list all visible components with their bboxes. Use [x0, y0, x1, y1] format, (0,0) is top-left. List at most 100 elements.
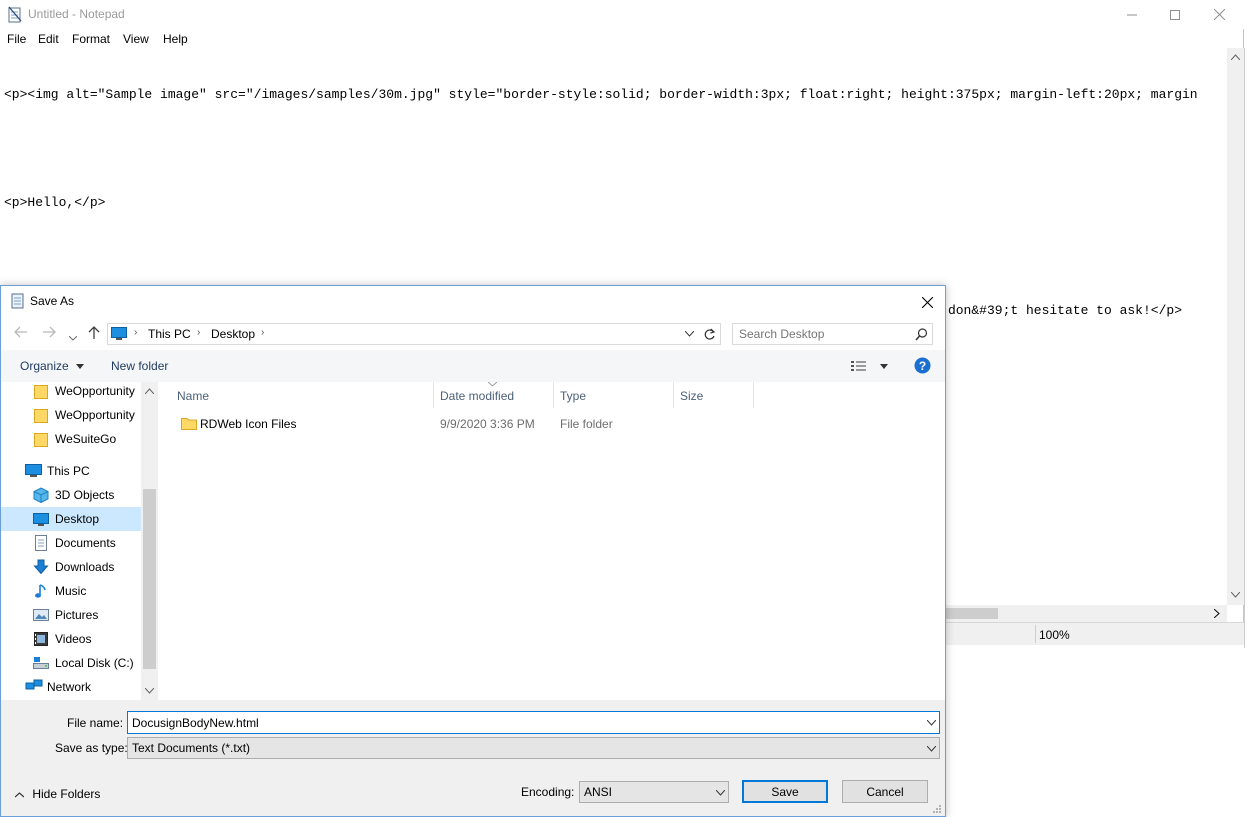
nav-item-wesuitego[interactable]: WeSuiteGo	[1, 427, 141, 451]
back-button[interactable]	[14, 325, 28, 341]
minimize-icon	[1126, 14, 1137, 15]
breadcrumb-chevron-icon: ›	[197, 327, 201, 338]
sort-indicator-icon	[488, 382, 497, 387]
nav-item-label: Pictures	[55, 608, 99, 622]
horizontal-scrollbar[interactable]	[946, 605, 1227, 622]
text-line: ​	[4, 248, 1226, 266]
up-button[interactable]	[88, 326, 100, 343]
scroll-right-icon	[1214, 609, 1220, 618]
nav-item-this-pc[interactable]: This PC	[1, 459, 141, 483]
nav-item-weopportunity[interactable]: WeOpportunity	[1, 382, 141, 403]
nav-item-3d-objects[interactable]: 3D Objects	[1, 483, 141, 507]
3d-objects-icon	[33, 487, 49, 504]
details-view-icon	[851, 361, 866, 371]
menu-format[interactable]: Format	[72, 32, 110, 46]
nav-item-label: Desktop	[55, 512, 100, 526]
nav-item-label: Downloads	[55, 560, 115, 574]
save-as-type-label: Save as type:	[55, 741, 128, 755]
zoom-level: 100%	[1039, 628, 1070, 642]
chevron-down-icon[interactable]	[927, 720, 936, 726]
navigation-pane-scrollbar[interactable]	[141, 382, 158, 700]
organize-button[interactable]: Organize	[20, 359, 85, 373]
menu-file[interactable]: File	[7, 32, 26, 46]
menu-edit[interactable]: Edit	[38, 32, 59, 46]
folder-icon	[33, 431, 49, 447]
folder-icon	[33, 383, 49, 399]
dialog-title: Save As	[30, 294, 75, 308]
save-as-type-value: Text Documents (*.txt)	[132, 741, 251, 755]
navigation-scroll-thumb[interactable]	[143, 489, 156, 669]
scroll-down-icon	[145, 688, 154, 694]
breadcrumb-desktop[interactable]: Desktop	[211, 327, 255, 341]
computer-icon	[25, 463, 42, 479]
file-row[interactable]: RDWeb Icon Files 9/9/2020 3:36 PM File f…	[171, 412, 651, 434]
computer-icon	[111, 327, 127, 340]
search-icon	[915, 328, 928, 341]
nav-item-documents[interactable]: Documents	[1, 531, 141, 555]
nav-item-desktop[interactable]: Desktop	[1, 507, 141, 531]
notepad-app-icon	[8, 6, 22, 26]
caret-down-icon	[76, 364, 85, 370]
nav-item-pictures[interactable]: Pictures	[1, 603, 141, 627]
file-name-input[interactable]	[132, 715, 912, 730]
organize-label: Organize	[20, 359, 69, 373]
horizontal-scroll-thumb[interactable]	[946, 608, 998, 619]
column-header-name[interactable]: Name	[171, 382, 434, 408]
cancel-button[interactable]: Cancel	[842, 780, 928, 803]
maximize-button[interactable]	[1152, 0, 1197, 29]
encoding-value: ANSI	[584, 785, 613, 799]
dialog-close-button[interactable]	[915, 292, 939, 312]
text-line: <p>Hello,</p>	[4, 195, 106, 210]
address-bar[interactable]: › This PC › Desktop ›	[107, 323, 721, 345]
nav-item-label: Local Disk (C:)	[55, 656, 134, 670]
dialog-bottom-panel: File name: Save as type: Text Documents …	[1, 700, 945, 816]
recent-locations-button[interactable]	[68, 328, 78, 344]
nav-item-label: WeOpportunity	[55, 408, 135, 422]
background-window-edge	[1244, 48, 1248, 648]
help-button[interactable]: ?	[914, 357, 931, 377]
hide-folders-button[interactable]: Hide Folders	[14, 787, 100, 801]
forward-button[interactable]	[42, 325, 56, 341]
refresh-icon[interactable]	[703, 328, 716, 341]
nav-item-weopportunity[interactable]: WeOpportunity	[1, 403, 141, 427]
resize-grip-icon[interactable]	[932, 804, 942, 814]
file-name-field[interactable]	[127, 711, 940, 734]
save-as-type-select[interactable]: Text Documents (*.txt)	[127, 737, 940, 759]
chevron-up-icon	[14, 792, 25, 798]
navigation-bar: › This PC › Desktop ›	[1, 316, 945, 350]
videos-icon	[33, 631, 49, 647]
nav-item-network[interactable]: Network	[1, 675, 141, 699]
svg-text:?: ?	[919, 359, 926, 373]
new-folder-button[interactable]: New folder	[111, 359, 168, 373]
encoding-select[interactable]: ANSI	[579, 781, 729, 803]
close-button[interactable]	[1197, 0, 1242, 29]
notepad-titlebar[interactable]: Untitled - Notepad	[0, 0, 1244, 29]
nav-item-downloads[interactable]: Downloads	[1, 555, 141, 579]
save-button[interactable]: Save	[742, 780, 828, 803]
vertical-scrollbar[interactable]	[1227, 48, 1244, 605]
menu-help[interactable]: Help	[163, 32, 188, 46]
nav-item-local-disk-c[interactable]: Local Disk (C:)	[1, 651, 141, 675]
column-header-type[interactable]: Type	[554, 382, 674, 408]
view-options-button[interactable]	[851, 360, 889, 375]
breadcrumb-this-pc[interactable]: This PC	[148, 327, 191, 341]
nav-item-label: Documents	[55, 536, 116, 550]
arrow-right-icon	[43, 326, 56, 338]
nav-item-label: WeSuiteGo	[55, 432, 117, 446]
nav-item-videos[interactable]: Videos	[1, 627, 141, 651]
column-header-date-modified[interactable]: Date modified	[434, 382, 554, 408]
menu-view[interactable]: View	[123, 32, 149, 46]
search-box[interactable]	[732, 323, 933, 345]
scroll-up-icon	[1231, 54, 1240, 60]
nav-item-music[interactable]: Music	[1, 579, 141, 603]
file-date: 9/9/2020 3:36 PM	[440, 417, 535, 431]
folder-icon	[181, 418, 197, 430]
search-input[interactable]	[739, 326, 909, 342]
chevron-down-icon[interactable]	[685, 331, 694, 337]
dialog-toolbar: Organize New folder ?	[1, 350, 945, 382]
column-header-size[interactable]: Size	[674, 382, 754, 408]
caret-down-icon	[880, 364, 889, 369]
minimize-button[interactable]	[1109, 0, 1154, 29]
file-name-label: File name:	[67, 716, 124, 730]
dialog-titlebar[interactable]: Save As	[1, 286, 945, 316]
